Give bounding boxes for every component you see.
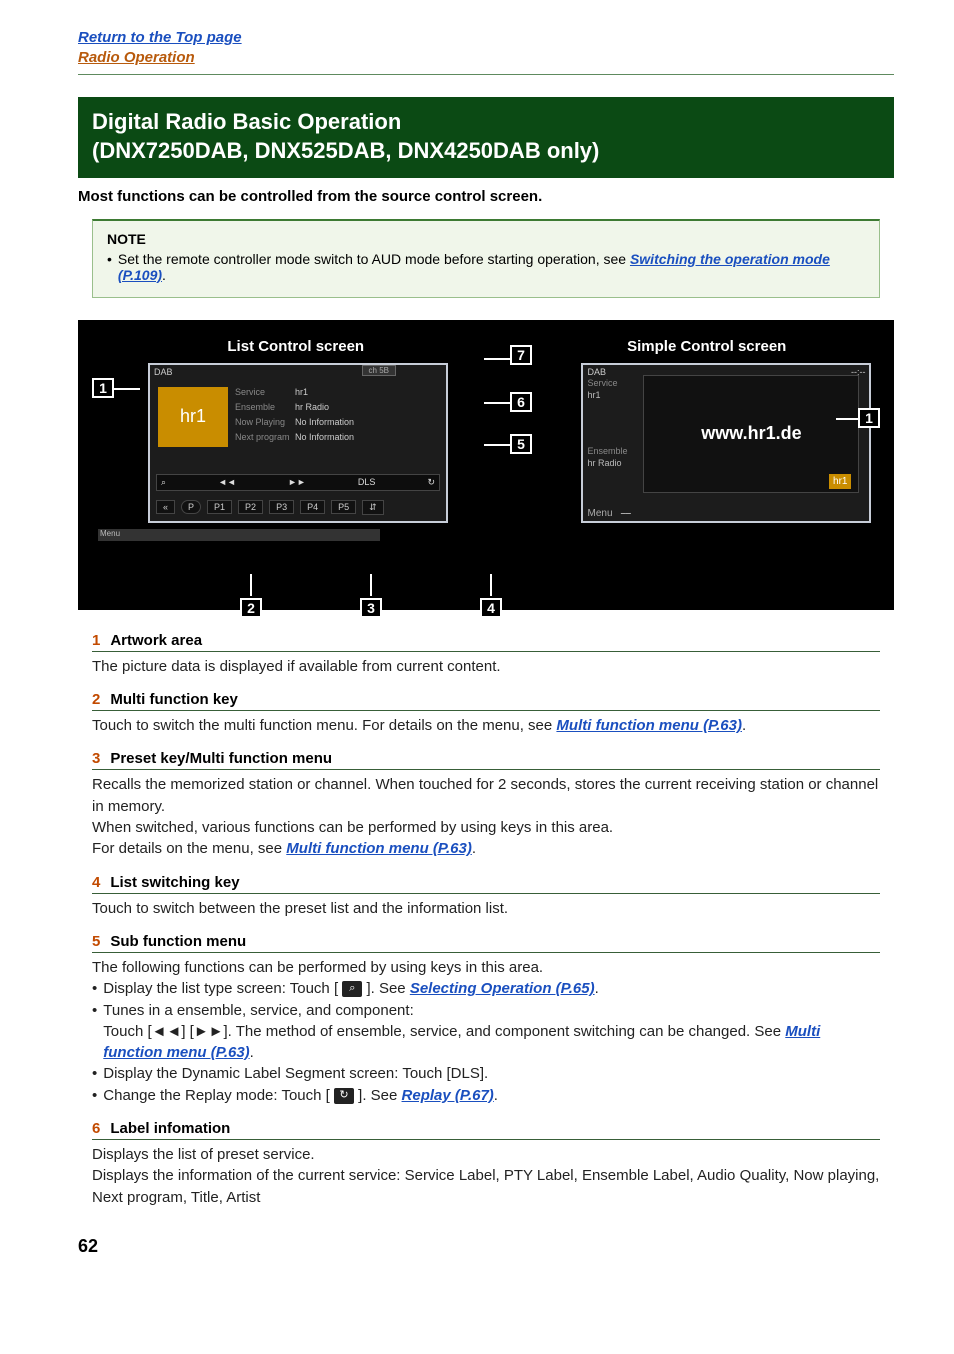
preset-p1[interactable]: P1 (207, 500, 232, 514)
callout-2: 2 (240, 598, 262, 618)
simple-side-labels: Service hr1 Ensemble hr Radio (587, 377, 627, 469)
simple-control-screen: DAB --:-- Service hr1 Ensemble hr Radio … (581, 363, 871, 523)
section-link[interactable]: Radio Operation (78, 49, 195, 66)
inline-link[interactable]: Selecting Operation (P.65) (410, 980, 595, 997)
callout-1-right: 1 (858, 408, 880, 428)
replay-icon: ↻ (334, 1088, 354, 1104)
inline-link[interactable]: Multi function menu (P.63) (286, 840, 472, 857)
note-bullet: • (107, 251, 112, 283)
section-body-1: The picture data is displayed if availab… (92, 656, 880, 677)
artwork-area-simple: www.hr1.de (643, 375, 859, 493)
inline-link[interactable]: Multi function menu (P.63) (556, 717, 742, 734)
preset-p2[interactable]: P2 (238, 500, 263, 514)
note-head: NOTE (107, 231, 865, 247)
section-head-4: 4List switching key (92, 874, 880, 894)
section-head-1: 1Artwork area (92, 632, 880, 652)
callout-5: 5 (510, 434, 532, 454)
top-divider (78, 73, 894, 75)
source-label-simple: DAB (587, 367, 606, 377)
sections: 1Artwork area The picture data is display… (78, 632, 894, 1208)
sub-function-menu[interactable]: ⌕ ◄◄ ►► DLS ↻ (156, 474, 440, 491)
dls-button[interactable]: DLS (358, 477, 376, 487)
section-head-2: 2Multi function key (92, 691, 880, 711)
section-body-2: Touch to switch the multi function menu.… (92, 715, 880, 736)
preset-p5[interactable]: P5 (331, 500, 356, 514)
multi-function-key[interactable]: P (181, 500, 201, 514)
inline-link[interactable]: Multi function menu (P.63) (103, 1023, 820, 1061)
menu-button-simple[interactable]: Menu ⎯⎯ (587, 508, 630, 519)
label-information: Servicehr1 Ensemblehr Radio Now PlayingN… (235, 385, 354, 445)
station-logo: hr1 (829, 474, 851, 489)
prev-icon[interactable]: ◄◄ (218, 477, 236, 487)
callout-7: 7 (510, 345, 532, 365)
callout-1: 1 (92, 378, 114, 398)
page-title: Digital Radio Basic Operation (DNX7250DA… (78, 97, 894, 178)
section-body-3: Recalls the memorized station or channel… (92, 774, 880, 859)
top-links: Return to the Top page Radio Operation (78, 28, 894, 69)
section-head-5: 5Sub function menu (92, 933, 880, 953)
preset-p3[interactable]: P3 (269, 500, 294, 514)
list-control-screen: DAB ch 5B hr1 Servicehr1 Ensemblehr Radi… (148, 363, 448, 523)
screens-area: List Control screen DAB ch 5B hr1 Servic… (78, 320, 894, 610)
preset-p4[interactable]: P4 (300, 500, 325, 514)
callout-3: 3 (360, 598, 382, 618)
intro-text: Most functions can be controlled from th… (78, 188, 894, 205)
section-body-6: Displays the list of preset service.Disp… (92, 1144, 880, 1208)
callout-4: 4 (480, 598, 502, 618)
list-switching-key[interactable]: ⇵ (362, 500, 384, 515)
callout-6: 6 (510, 392, 532, 412)
inline-link[interactable]: Replay (P.67) (402, 1087, 494, 1104)
section-body-5: The following functions can be performed… (92, 957, 880, 1106)
channel-tab: ch 5B (362, 365, 396, 376)
search-icon[interactable]: ⌕ (161, 477, 166, 488)
note-body: Set the remote controller mode switch to… (118, 251, 865, 283)
section-head-3: 3Preset key/Multi function menu (92, 750, 880, 770)
section-head-6: 6Label infomation (92, 1120, 880, 1140)
source-label: DAB (154, 367, 173, 377)
preset-left-arrow[interactable]: « (156, 500, 175, 514)
page-title-line2: (DNX7250DAB, DNX525DAB, DNX4250DAB only) (92, 136, 880, 166)
replay-icon[interactable]: ↻ (427, 477, 435, 488)
preset-multi-function[interactable]: « P P1 P2 P3 P4 P5 ⇵ (156, 500, 440, 515)
page-title-line1: Digital Radio Basic Operation (92, 107, 880, 137)
section-body-4: Touch to switch between the preset list … (92, 898, 880, 919)
menu-bar[interactable]: Menu (98, 529, 380, 541)
artwork-area: hr1 (158, 387, 228, 447)
search-icon: ⌕ (342, 981, 362, 997)
page-number: 62 (78, 1236, 894, 1257)
simple-control-title: Simple Control screen (531, 338, 882, 355)
return-top-link[interactable]: Return to the Top page (78, 29, 242, 46)
note-box: NOTE • Set the remote controller mode sw… (92, 219, 880, 298)
next-icon[interactable]: ►► (288, 477, 306, 487)
list-control-title: List Control screen (90, 338, 501, 355)
